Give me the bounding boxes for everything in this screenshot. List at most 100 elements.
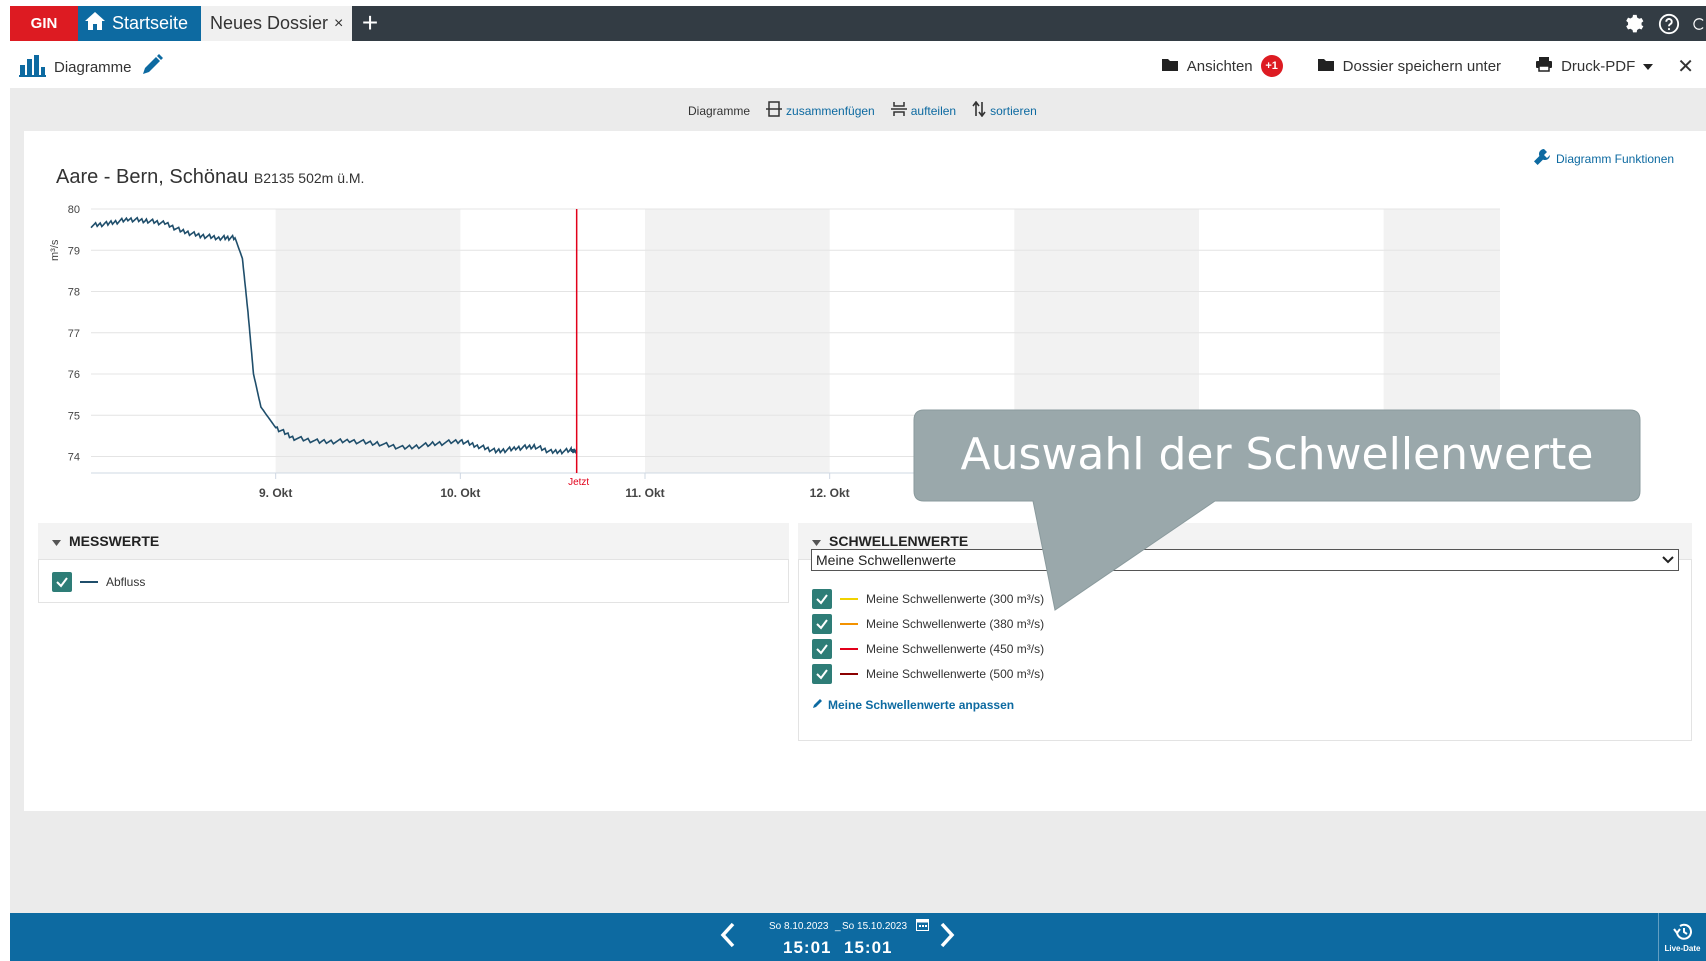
schwellenwerte-title: SCHWELLENWERTE xyxy=(829,533,969,549)
merge-label: zusammenfügen xyxy=(786,103,875,118)
chevron-down-icon xyxy=(1662,552,1674,568)
live-data-label: Live-Date xyxy=(1664,943,1701,953)
checkbox-threshold-500[interactable] xyxy=(812,664,832,684)
threshold-label-300: Meine Schwellenwerte (300 m³/s) xyxy=(866,592,1045,606)
time-range-bar: So 8.10.2023 _ So 15.10.2023 15:01 15:01… xyxy=(10,913,1706,961)
close-tab-icon[interactable]: × xyxy=(334,15,343,33)
to-date[interactable]: So 15.10.2023 xyxy=(842,921,907,932)
y-axis: 74 75 76 77 78 79 80 xyxy=(68,204,80,464)
messwerte-header[interactable]: MESSWERTE xyxy=(38,523,789,559)
threshold-swatch-300 xyxy=(840,598,858,600)
split-diagrams-button[interactable]: aufteilen xyxy=(890,101,957,120)
top-icons xyxy=(1620,6,1706,41)
close-dossier-button[interactable]: ✕ xyxy=(1677,54,1694,79)
gear-icon[interactable] xyxy=(1620,11,1646,37)
save-dossier-label: Dossier speichern unter xyxy=(1342,57,1502,75)
diagram-tools: Diagramme zusammenfügen aufteilen sortie… xyxy=(688,100,1037,120)
messwerte-item-label: Abfluss xyxy=(106,575,146,589)
checkbox-threshold-380[interactable] xyxy=(812,614,832,634)
day-band xyxy=(275,209,461,473)
threshold-label-380: Meine Schwellenwerte (380 m³/s) xyxy=(866,617,1045,631)
checkbox-threshold-300[interactable] xyxy=(812,589,832,609)
diagram-title-group: Diagramme xyxy=(18,53,164,81)
threshold-item-300[interactable]: Meine Schwellenwerte (300 m³/s) xyxy=(812,589,1044,609)
date-separator: _ xyxy=(835,921,841,932)
sort-label: sortieren xyxy=(990,103,1037,118)
threshold-item-380[interactable]: Meine Schwellenwerte (380 m³/s) xyxy=(812,614,1044,634)
caret-down-icon xyxy=(1643,58,1654,75)
next-period-button[interactable] xyxy=(938,921,956,957)
tab-startseite[interactable]: Startseite xyxy=(78,6,201,41)
tab-neues-dossier[interactable]: Neues Dossier × xyxy=(201,6,352,41)
schwellenwerte-select[interactable]: Meine Schwellenwerte xyxy=(811,549,1679,571)
schwellenwerte-select-value: Meine Schwellenwerte xyxy=(816,552,957,568)
tab-startseite-label: Startseite xyxy=(112,13,189,33)
help-icon[interactable] xyxy=(1656,11,1682,37)
to-time[interactable]: 15:01 xyxy=(844,938,892,958)
gin-logo[interactable]: GIN xyxy=(10,6,78,41)
y-tick-label: 79 xyxy=(68,245,80,257)
pencil-icon xyxy=(812,697,824,712)
station-name: Aare - Bern, Schönau xyxy=(56,166,249,188)
day-band xyxy=(644,209,830,473)
threshold-label-500: Meine Schwellenwerte (500 m³/s) xyxy=(866,667,1045,681)
y-tick-label: 75 xyxy=(68,410,80,422)
home-icon xyxy=(84,11,106,36)
checkbox-abfluss[interactable] xyxy=(52,572,72,592)
threshold-item-450[interactable]: Meine Schwellenwerte (450 m³/s) xyxy=(812,639,1044,659)
y-tick-label: 78 xyxy=(68,287,80,299)
merge-icon xyxy=(766,101,783,120)
callout-text: Auswahl der Schwellenwerte xyxy=(960,428,1594,480)
previous-period-button[interactable] xyxy=(719,921,737,957)
x-tick-label: 10. Okt xyxy=(440,486,480,500)
y-tick-label: 77 xyxy=(68,328,80,340)
threshold-item-500[interactable]: Meine Schwellenwerte (500 m³/s) xyxy=(812,664,1044,684)
threshold-swatch-450 xyxy=(840,648,858,650)
printer-icon xyxy=(1535,56,1553,76)
threshold-label-450: Meine Schwellenwerte (450 m³/s) xyxy=(866,642,1045,656)
threshold-swatch-380 xyxy=(840,623,858,625)
diagram-functions-button[interactable]: Diagramm Funktionen xyxy=(1533,148,1674,169)
merge-diagrams-button[interactable]: zusammenfügen xyxy=(766,101,875,120)
logout-icon[interactable] xyxy=(1692,11,1706,37)
adjust-thresholds-link[interactable]: Meine Schwellenwerte anpassen xyxy=(812,697,1014,712)
station-meta: B2135 502m ü.M. xyxy=(253,170,365,186)
calendar-icon[interactable] xyxy=(916,918,929,934)
chart-title: Aare - Bern, Schönau B2135 502m ü.M. xyxy=(56,166,364,189)
y-tick-label: 80 xyxy=(68,204,80,216)
y-tick-label: 74 xyxy=(68,452,80,464)
views-button[interactable]: Ansichten +1 xyxy=(1161,55,1283,77)
views-count-badge: +1 xyxy=(1260,55,1283,77)
folder-icon xyxy=(1161,56,1179,76)
now-marker: Jetzt xyxy=(568,209,589,488)
y-tick-label: 76 xyxy=(68,369,80,381)
messwerte-title: MESSWERTE xyxy=(69,533,160,549)
diagram-tools-label: Diagramme xyxy=(688,103,751,118)
split-label: aufteilen xyxy=(910,103,957,118)
series-line-swatch xyxy=(80,581,98,583)
from-time[interactable]: 15:01 xyxy=(783,938,831,958)
pencil-icon[interactable] xyxy=(140,53,164,81)
tab-bar: GIN Startseite Neues Dossier × + xyxy=(0,0,1706,45)
print-pdf-button[interactable]: Druck-PDF xyxy=(1535,56,1654,76)
save-dossier-button[interactable]: Dossier speichern unter xyxy=(1317,56,1501,76)
threshold-swatch-500 xyxy=(840,673,858,675)
x-tick-label: 11. Okt xyxy=(625,486,664,500)
diagram-title: Diagramme xyxy=(54,58,132,76)
sort-diagrams-button[interactable]: sortieren xyxy=(972,100,1037,120)
messwerte-list: Abfluss xyxy=(38,559,789,603)
from-date[interactable]: So 8.10.2023 xyxy=(769,921,829,932)
messwerte-item[interactable]: Abfluss xyxy=(52,572,145,592)
add-tab-button[interactable]: + xyxy=(356,8,384,38)
collapse-arrow-icon xyxy=(52,533,61,549)
history-icon xyxy=(1672,922,1694,944)
x-tick-label: 9. Okt xyxy=(259,486,292,500)
wrench-icon xyxy=(1533,148,1551,169)
x-tick-label: 12. Okt xyxy=(810,486,850,500)
now-label: Jetzt xyxy=(568,477,589,488)
live-data-button[interactable]: Live-Date xyxy=(1658,913,1706,961)
checkbox-threshold-450[interactable] xyxy=(812,639,832,659)
collapse-arrow-icon xyxy=(812,533,821,549)
y-axis-label: m³/s xyxy=(49,239,61,261)
adjust-thresholds-label: Meine Schwellenwerte anpassen xyxy=(828,697,1015,712)
